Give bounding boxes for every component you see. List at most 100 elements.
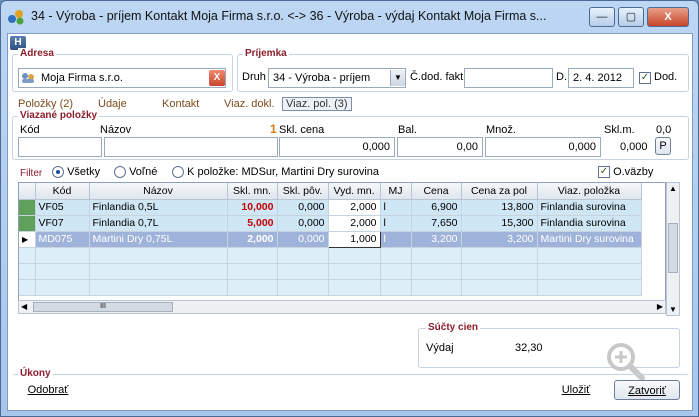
vscroll-thumb[interactable]: [668, 223, 678, 273]
date-input[interactable]: 2. 4. 2012: [568, 68, 634, 88]
tab-viaz-pol[interactable]: Viaz. pol. (3): [282, 97, 352, 111]
cell-cena: 7,650: [411, 215, 462, 232]
ovazby-check-icon: ✓: [598, 166, 610, 179]
tab-viaz-dokl[interactable]: Viaz. dokl.: [224, 98, 275, 110]
save-button[interactable]: Uložiť: [556, 380, 596, 400]
cell-skl-pov: 0,000: [277, 231, 329, 248]
table-row-empty: [19, 279, 642, 296]
vertical-scrollbar[interactable]: ▲ ▼: [666, 182, 680, 316]
chevron-down-icon[interactable]: ▼: [390, 70, 405, 86]
col-nazov[interactable]: Názov: [89, 183, 228, 200]
p-button[interactable]: P: [655, 137, 671, 155]
cell-mj: l: [380, 215, 412, 232]
skl-cena-label: Skl. cena: [279, 124, 325, 136]
ovazby-label: O.väzby: [613, 166, 654, 178]
table-row-selected[interactable]: ▶ MD075 Martini Dry 0,75L 2,000 0,000 1,…: [19, 230, 642, 248]
nazov-input[interactable]: [104, 137, 278, 157]
kod-input[interactable]: [18, 137, 102, 157]
cell-cena-pol: 15,300: [461, 215, 538, 232]
horizontal-scrollbar[interactable]: ◀ III ▶: [18, 300, 666, 314]
adresa-input[interactable]: Moja Firma s.r.o.: [18, 68, 226, 88]
cell-vyd-mn[interactable]: 2,000: [328, 199, 381, 216]
date-label: D.: [556, 71, 567, 83]
cell-nazov: Martini Dry 0,75L: [89, 231, 228, 248]
title-bar[interactable]: 34 - Výroba - príjem Kontakt Moja Firma …: [1, 1, 698, 31]
skl-cena-input[interactable]: 0,000: [279, 137, 395, 157]
items-table: Kód Názov Skl. mn. Skl. pôv. Vyd. mn. MJ…: [19, 183, 642, 296]
col-cena-pol[interactable]: Cena za pol: [461, 183, 538, 200]
minimize-button[interactable]: —: [589, 7, 615, 27]
sucty-title: Súčty cien: [426, 322, 481, 333]
cdod-input[interactable]: [464, 68, 553, 88]
client-area: H Adresa Moja Firma s.r.o. X Príjemka Dr…: [7, 33, 693, 411]
cell-kod: VF05: [35, 199, 90, 216]
ukony-title: Úkony: [18, 368, 53, 379]
table-row-empty: [19, 263, 642, 280]
mnoz-input[interactable]: 0,000: [485, 137, 601, 157]
filter-option-label: K položke: MDSur, Martini Dry surovina: [187, 166, 380, 178]
scroll-down-icon[interactable]: ▼: [669, 305, 677, 314]
col-mj[interactable]: MJ: [380, 183, 412, 200]
vydaj-label: Výdaj: [426, 342, 454, 354]
cell-skl-pov: 0,000: [277, 215, 329, 232]
row-indicator: [19, 199, 36, 216]
tab-polozky[interactable]: Položky (2): [18, 98, 73, 110]
clear-adresa-button[interactable]: X: [209, 70, 225, 86]
filter-option-volne[interactable]: Voľné: [114, 166, 158, 179]
ovazby-checkbox[interactable]: ✓ O.väzby: [598, 166, 654, 179]
sklm-label: Skl.m.: [604, 124, 635, 136]
nazov-label: Názov: [100, 124, 132, 136]
scroll-up-icon[interactable]: ▲: [669, 184, 677, 193]
table-row[interactable]: VF05 Finlandia 0,5L 10,000 0,000 2,000 l…: [19, 199, 642, 216]
filter-option-label: Voľné: [129, 166, 158, 178]
scroll-left-icon[interactable]: ◀: [21, 302, 27, 311]
viazane-title: Viazané položky: [18, 110, 100, 121]
dod-label: Dod.: [654, 71, 678, 83]
druh-select[interactable]: 34 - Výroba - príjem: [268, 68, 406, 88]
bal-input[interactable]: 0,00: [397, 137, 483, 157]
adresa-title: Adresa: [18, 48, 56, 59]
items-grid[interactable]: Kód Názov Skl. mn. Skl. pôv. Vyd. mn. MJ…: [18, 182, 666, 302]
table-row[interactable]: VF07 Finlandia 0,7L 5,000 0,000 2,000 l …: [19, 215, 642, 232]
col-cena[interactable]: Cena: [411, 183, 462, 200]
col-viaz[interactable]: Viaz. položka: [537, 183, 642, 200]
cell-vyd-mn-editing[interactable]: 1,000: [327, 230, 381, 248]
dod-checkbox[interactable]: ✓: [639, 72, 651, 85]
vydaj-value: 32,30: [515, 342, 543, 354]
tab-udaje[interactable]: Údaje: [98, 98, 127, 110]
maximize-button[interactable]: ▢: [618, 7, 644, 27]
cell-nazov: Finlandia 0,5L: [89, 199, 228, 216]
zero-label: 0,0: [656, 124, 672, 136]
odobrat-button[interactable]: Odobrať: [22, 380, 74, 400]
cell-skl-pov: 0,000: [277, 199, 329, 216]
scroll-thumb[interactable]: III: [33, 302, 173, 312]
col-skl-mn[interactable]: Skl. mn.: [227, 183, 278, 200]
cell-vyd-mn[interactable]: 2,000: [328, 215, 381, 232]
col-vyd-mn[interactable]: Vyd. mn.: [328, 183, 381, 200]
druh-label: Druh: [242, 71, 266, 83]
col-kod[interactable]: Kód: [35, 183, 90, 200]
filter-label: Filter: [20, 168, 43, 179]
scroll-right-icon[interactable]: ▶: [657, 302, 663, 311]
col-skl-pov[interactable]: Skl. pôv.: [277, 183, 329, 200]
radio-icon: [114, 166, 126, 179]
filter-option-vsetky[interactable]: Všetky: [52, 166, 101, 179]
cell-mj: l: [380, 199, 412, 216]
app-logo-icon: [8, 10, 24, 25]
tab-kontakt[interactable]: Kontakt: [162, 98, 199, 110]
cell-viaz: Martini Dry surovina: [537, 231, 642, 248]
close-button[interactable]: X: [647, 7, 689, 27]
cell-cena: 6,900: [411, 199, 462, 216]
filter-option-k-polozke[interactable]: K položke: MDSur, Martini Dry surovina: [172, 166, 380, 179]
adresa-value: Moja Firma s.r.o.: [41, 72, 123, 84]
cell-viaz: Finlandia surovina: [537, 199, 642, 216]
required-marker: 1: [270, 122, 277, 136]
cell-skl-mn: 5,000: [227, 215, 278, 232]
filter-option-label: Všetky: [67, 166, 101, 178]
radio-selected-icon: [52, 166, 64, 179]
row-indicator: [19, 215, 36, 232]
row-pointer-icon: ▶: [19, 231, 36, 248]
cell-kod: MD075: [35, 231, 90, 248]
close-dialog-button[interactable]: Zatvoriť: [614, 380, 680, 400]
cell-skl-mn: 10,000: [227, 199, 278, 216]
